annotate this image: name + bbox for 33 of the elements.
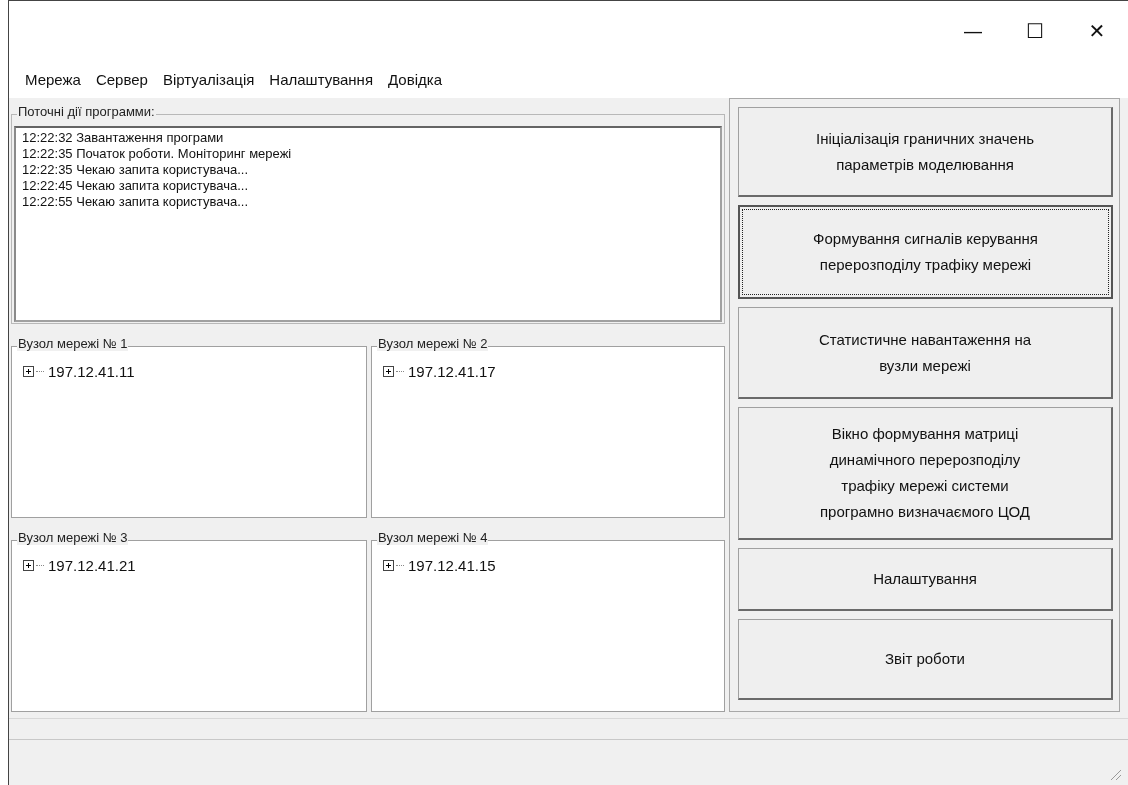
tree-item[interactable]: 197.12.41.21 [48, 557, 136, 574]
action-button[interactable]: Статистичне навантаження на вузли мережі [738, 307, 1113, 399]
log-entry: 12:22:35 Чекаю запита користувача... [22, 162, 249, 178]
expand-icon[interactable] [23, 366, 34, 377]
expand-icon[interactable] [383, 560, 394, 571]
menu-item[interactable]: Сервер [89, 70, 155, 88]
menu-item[interactable]: Налаштування [263, 70, 381, 88]
group-title: Вузол мережі № 3 [17, 530, 129, 545]
log-entry: 12:22:55 Чекаю запита користувача... [22, 194, 249, 210]
action-button[interactable]: Звіт роботи [738, 619, 1113, 700]
log-entry: 12:22:35 Початок роботи. Моніторинг мережі [22, 146, 293, 162]
log-entry: 12:22:32 Завантаження програми [22, 130, 225, 146]
menu-item[interactable]: Довідка [382, 70, 449, 88]
close-button[interactable]: ✕ [1088, 18, 1106, 43]
menu-item[interactable]: Мережа [19, 70, 88, 88]
group-title: Вузол мережі № 1 [17, 336, 129, 351]
expand-icon[interactable] [383, 366, 394, 377]
menu-item[interactable]: Віртуалізація [156, 70, 262, 88]
action-button[interactable]: Налаштування [738, 548, 1113, 611]
minimize-button[interactable]: — [963, 18, 983, 43]
resize-grip-icon[interactable] [1110, 769, 1122, 781]
group-title: Вузол мережі № 4 [377, 530, 489, 545]
log-entry: 12:22:45 Чекаю запита користувача... [22, 178, 249, 194]
action-button[interactable]: Вікно формування матриці динамічного перерозподілу трафіку мережі системи програмно визначаємого ЦОД [738, 407, 1113, 540]
action-button[interactable]: Ініціалізація граничних значень параметрів моделювання [738, 107, 1113, 197]
expand-icon[interactable] [23, 560, 34, 571]
tree-item[interactable]: 197.12.41.11 [48, 363, 135, 380]
group-title: Поточні дії программи: [17, 104, 156, 119]
tree-item[interactable]: 197.12.41.15 [408, 557, 496, 574]
action-button[interactable]: Формування сигналів керування перерозподілу трафіку мережі [738, 205, 1113, 299]
maximize-button[interactable]: ☐ [1026, 18, 1044, 43]
tree-item[interactable]: 197.12.41.17 [408, 363, 496, 380]
group-title: Вузол мережі № 2 [377, 336, 489, 351]
